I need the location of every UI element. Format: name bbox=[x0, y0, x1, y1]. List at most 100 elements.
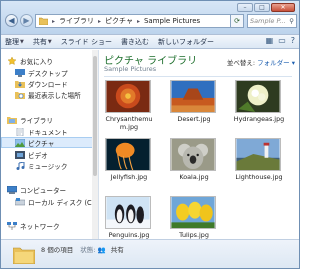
item-count: 8 個の項目 状態: 👥 共有 bbox=[41, 244, 124, 254]
file-item[interactable]: Lighthouse.jpg bbox=[230, 138, 288, 190]
sidebar-item-label: デスクトップ bbox=[28, 69, 68, 78]
maximize-button[interactable]: □ bbox=[254, 3, 270, 12]
sidebar-computer-label: コンピューター bbox=[20, 186, 67, 195]
refresh-button[interactable]: ⟳ bbox=[231, 14, 244, 28]
arrange-by-value[interactable]: フォルダー ▾ bbox=[257, 59, 295, 67]
search-input[interactable]: Sample P... ⚲ bbox=[247, 14, 297, 28]
folder-icon bbox=[39, 17, 48, 25]
desktop-icon bbox=[15, 68, 25, 77]
network-icon bbox=[7, 221, 17, 230]
arrange-by-label: 並べ替え: bbox=[226, 59, 256, 67]
file-name[interactable]: Desert.jpg bbox=[165, 115, 223, 123]
organize-button[interactable]: 整理 ▼ bbox=[5, 37, 24, 47]
music-icon bbox=[16, 161, 25, 170]
file-item[interactable]: Hydrangeas.jpg bbox=[230, 80, 288, 132]
sidebar-item-videos[interactable]: ビデオ bbox=[1, 149, 98, 160]
file-name[interactable]: Tulips.jpg bbox=[165, 231, 223, 239]
breadcrumb-sample-pictures[interactable]: Sample Pictures bbox=[144, 17, 200, 25]
help-icon[interactable]: ? bbox=[291, 36, 295, 45]
thumbnail-image[interactable] bbox=[105, 196, 151, 229]
breadcrumb-libraries[interactable]: ライブラリ bbox=[59, 16, 94, 26]
file-item[interactable]: Penguins.jpg bbox=[100, 196, 158, 239]
item-count-text: 8 個の項目 bbox=[41, 246, 74, 254]
state-value: 共有 bbox=[110, 246, 124, 254]
chevron-down-icon: ▼ bbox=[20, 38, 24, 45]
video-icon bbox=[15, 150, 25, 159]
sidebar-scrollbar-thumb[interactable] bbox=[93, 56, 97, 176]
sidebar-network-label: ネットワーク bbox=[20, 222, 60, 231]
thumbnail-image[interactable] bbox=[105, 138, 151, 171]
sidebar-favorites-header[interactable]: お気に入り bbox=[1, 55, 98, 66]
file-item[interactable]: Chrysanthemu m.jpg bbox=[100, 80, 158, 132]
new-folder-button[interactable]: 新しいフォルダー bbox=[158, 37, 214, 47]
share-state-icon: 👥 bbox=[97, 246, 106, 254]
library-icon bbox=[7, 116, 17, 124]
sidebar-item-label: ミュージック bbox=[28, 162, 68, 171]
thumbnail-image[interactable] bbox=[235, 80, 281, 113]
sidebar-item-label: ドキュメント bbox=[28, 128, 68, 137]
slideshow-label: スライド ショー bbox=[60, 37, 112, 46]
sidebar-item-local-disk[interactable]: ローカル ディスク (C:) bbox=[1, 196, 98, 207]
picture-icon bbox=[15, 138, 25, 147]
sidebar-item-downloads[interactable]: ダウンロード bbox=[1, 78, 98, 89]
recent-places-icon bbox=[15, 91, 25, 99]
file-item[interactable]: Jellyfish.jpg bbox=[100, 138, 158, 190]
header-divider bbox=[104, 76, 292, 77]
thumbnail-image[interactable] bbox=[105, 80, 151, 113]
close-button[interactable]: ✕ bbox=[271, 3, 295, 12]
file-name[interactable]: Chrysanthemu m.jpg bbox=[100, 115, 158, 131]
sidebar-libraries-header[interactable]: ライブラリ bbox=[1, 114, 98, 125]
explorer-window: – □ ✕ ◀ ▶ ▸ ライブラリ ▸ ピクチャ ▸ Sample Pictur… bbox=[0, 0, 300, 269]
file-name[interactable]: Lighthouse.jpg bbox=[230, 173, 288, 181]
sidebar-item-label: ローカル ディスク (C:) bbox=[28, 198, 97, 207]
organize-label: 整理 bbox=[5, 37, 19, 46]
details-pane: 8 個の項目 状態: 👥 共有 bbox=[1, 239, 299, 268]
arrange-by[interactable]: 並べ替え: フォルダー ▾ bbox=[227, 57, 295, 67]
folder-icon bbox=[13, 247, 35, 264]
file-list-pane: ピクチャ ライブラリ Sample Pictures 並べ替え: フォルダー ▾… bbox=[100, 50, 299, 239]
search-icon[interactable]: ⚲ bbox=[289, 15, 294, 27]
drive-icon bbox=[15, 197, 25, 205]
view-options-icon[interactable]: ▦ bbox=[266, 36, 274, 45]
burn-button[interactable]: 書き込む bbox=[121, 37, 149, 47]
thumbnail-image[interactable] bbox=[170, 138, 216, 171]
sidebar-item-documents[interactable]: ドキュメント bbox=[1, 126, 98, 137]
thumbnail-image[interactable] bbox=[170, 80, 216, 113]
sidebar-item-pictures[interactable]: ピクチャ bbox=[1, 137, 98, 148]
file-item[interactable]: Koala.jpg bbox=[165, 138, 223, 190]
breadcrumb-separator-icon: ▸ bbox=[136, 17, 140, 25]
back-button[interactable]: ◀ bbox=[5, 14, 18, 27]
minimize-button[interactable]: – bbox=[237, 3, 253, 12]
sidebar-item-label: ダウンロード bbox=[28, 80, 68, 89]
sidebar-item-desktop[interactable]: デスクトップ bbox=[1, 67, 98, 78]
sidebar-computer-header[interactable]: コンピューター bbox=[1, 184, 98, 195]
forward-button[interactable]: ▶ bbox=[20, 14, 33, 27]
sidebar-item-label: ピクチャ bbox=[28, 139, 55, 148]
address-box[interactable]: ▸ ライブラリ ▸ ピクチャ ▸ Sample Pictures bbox=[35, 14, 231, 28]
thumbnail-image[interactable] bbox=[235, 138, 281, 171]
sidebar-scrollbar[interactable] bbox=[92, 50, 98, 239]
share-label: 共有 bbox=[32, 37, 47, 46]
share-button[interactable]: 共有 ▼ bbox=[33, 37, 52, 47]
sidebar-item-recent-places[interactable]: 最近表示した場所 bbox=[1, 89, 98, 100]
breadcrumb-separator-icon: ▸ bbox=[98, 17, 102, 25]
slideshow-button[interactable]: スライド ショー bbox=[61, 37, 112, 47]
window-controls: – □ ✕ bbox=[237, 3, 295, 12]
thumbnail-image[interactable] bbox=[170, 196, 216, 229]
breadcrumb-separator-icon: ▸ bbox=[52, 17, 56, 25]
file-name[interactable]: Penguins.jpg bbox=[100, 231, 158, 239]
burn-label: 書き込む bbox=[120, 37, 149, 46]
sidebar-libraries-label: ライブラリ bbox=[20, 116, 53, 125]
library-subtitle: Sample Pictures bbox=[104, 65, 157, 73]
file-item[interactable]: Tulips.jpg bbox=[165, 196, 223, 239]
sidebar-item-music[interactable]: ミュージック bbox=[1, 160, 98, 171]
file-item[interactable]: Desert.jpg bbox=[165, 80, 223, 132]
search-placeholder: Sample P... bbox=[250, 17, 286, 25]
file-name[interactable]: Jellyfish.jpg bbox=[100, 173, 158, 181]
sidebar-network-header[interactable]: ネットワーク bbox=[1, 220, 98, 231]
file-name[interactable]: Koala.jpg bbox=[165, 173, 223, 181]
file-name[interactable]: Hydrangeas.jpg bbox=[230, 115, 288, 123]
preview-pane-icon[interactable]: ▭ bbox=[278, 36, 286, 45]
breadcrumb-pictures[interactable]: ピクチャ bbox=[105, 16, 133, 26]
address-bar-area: – □ ✕ ◀ ▶ ▸ ライブラリ ▸ ピクチャ ▸ Sample Pictur… bbox=[1, 1, 299, 34]
